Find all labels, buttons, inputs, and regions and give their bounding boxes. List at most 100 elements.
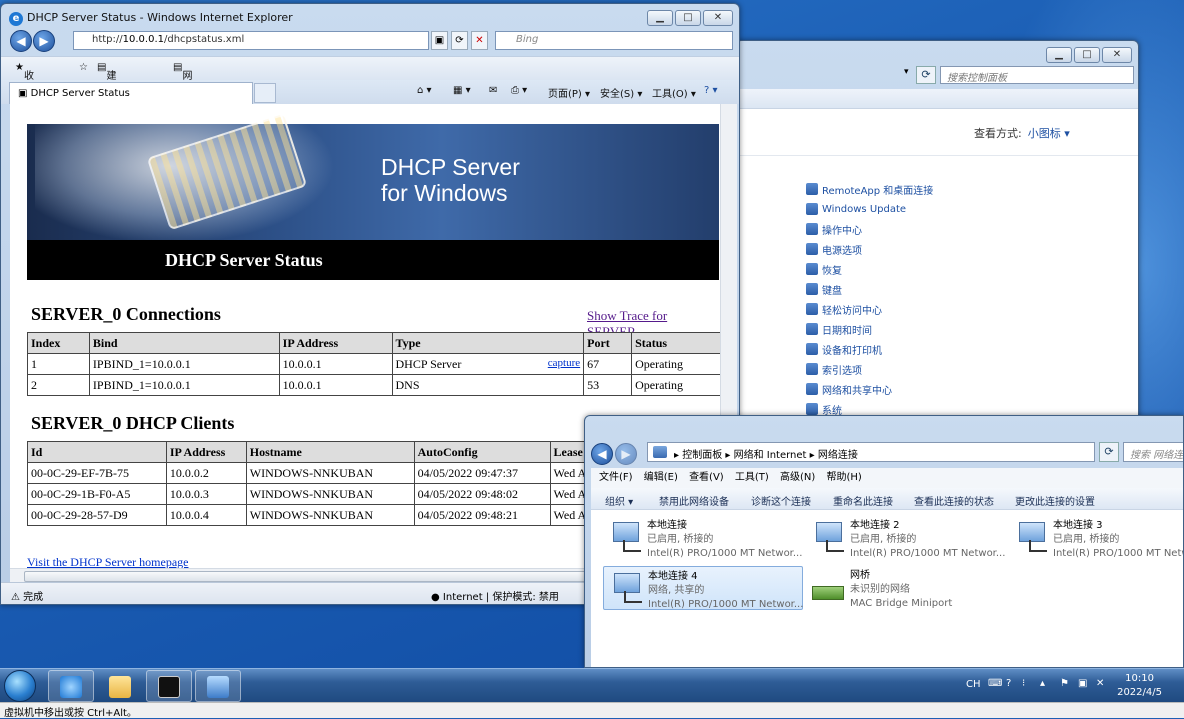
refresh-icon[interactable]: ⟳: [1099, 442, 1119, 462]
remoteapp-icon: [806, 183, 818, 195]
tray-menu-icon[interactable]: ⁝: [1022, 678, 1025, 689]
maximize-button[interactable]: □: [675, 10, 701, 26]
cp-item-devices-printers[interactable]: 设备和打印机: [806, 339, 933, 359]
address-bar[interactable]: http://10.0.0.1/dhcpstatus.xml: [73, 31, 429, 50]
connection-item-selected[interactable]: 本地连接 4 网络, 共享的 Intel(R) PRO/1000 MT Netw…: [603, 566, 803, 610]
view-by-dropdown[interactable]: 小图标 ▾: [1028, 127, 1070, 140]
refresh-icon[interactable]: ⟳: [916, 66, 936, 84]
warning-icon: ⚠: [11, 592, 24, 603]
cp-item-date-time[interactable]: 日期和时间: [806, 319, 933, 339]
forward-button[interactable]: ▶: [615, 443, 637, 465]
change-settings-button[interactable]: 更改此连接的设置: [1015, 493, 1095, 508]
cp-item-windows-update[interactable]: Windows Update: [806, 199, 933, 219]
suggested-sites-link[interactable]: ▤ 建议网站 ▾: [97, 62, 116, 138]
cp-item-indexing[interactable]: 索引选项: [806, 359, 933, 379]
connection-item[interactable]: 网桥 未识别的网络 MAC Bridge Miniport: [806, 566, 1006, 610]
stop-icon[interactable]: ✕: [471, 31, 488, 50]
keyboard-icon[interactable]: ⌨: [988, 678, 1002, 689]
close-button[interactable]: ✕: [1102, 47, 1132, 63]
web-slice-link[interactable]: ▤ 网页快讯库 ▾: [173, 62, 192, 153]
menu-advanced[interactable]: 高级(N): [780, 472, 815, 483]
action-center-icon[interactable]: ⚑: [1060, 678, 1069, 689]
header-banner: DHCP Server for Windows DHCP Server Statu…: [27, 124, 719, 280]
homepage-link[interactable]: Visit the DHCP Server homepage: [27, 555, 188, 568]
menu-tools[interactable]: 工具(T): [735, 472, 769, 483]
flag-icon: [806, 223, 818, 235]
connection-item[interactable]: 本地连接 3 已启用, 桥接的 Intel(R) PRO/1000 MT Net…: [1009, 516, 1183, 560]
diagnose-button[interactable]: 诊断这个连接: [751, 493, 811, 508]
window-controls: ▁ □ ✕: [647, 10, 733, 26]
tab-dhcp-status[interactable]: ▣ DHCP Server Status: [9, 82, 253, 104]
disable-device-button[interactable]: 禁用此网络设备: [659, 493, 729, 508]
home-icon[interactable]: ⌂ ▾: [417, 85, 432, 96]
date: 2022/4/5: [1117, 687, 1162, 698]
minimize-button[interactable]: ▁: [647, 10, 673, 26]
taskbar: CH ⌨ ? ⁝ ▴ ⚑ ▣ ✕ 10:10 2022/4/5: [0, 668, 1184, 702]
volume-icon[interactable]: ✕: [1096, 678, 1104, 689]
keyboard-icon: [806, 283, 818, 295]
safety-menu[interactable]: 安全(S) ▾: [600, 85, 642, 100]
cp-item-remoteapp[interactable]: RemoteApp 和桌面连接: [806, 179, 933, 199]
menu-view[interactable]: 查看(V): [689, 472, 724, 483]
menu-file[interactable]: 文件(F): [599, 472, 633, 483]
taskbar-explorer[interactable]: [97, 670, 143, 702]
cp-item-keyboard[interactable]: 键盘: [806, 279, 933, 299]
search-input[interactable]: 搜索控制面板: [940, 66, 1134, 84]
taskbar-ie[interactable]: [48, 670, 94, 702]
banner-bar: [27, 240, 719, 280]
connection-item[interactable]: 本地连接 2 已启用, 桥接的 Intel(R) PRO/1000 MT Net…: [806, 516, 1006, 560]
menu-help[interactable]: 帮助(H): [827, 472, 862, 483]
clock[interactable]: 10:10 2022/4/5: [1117, 672, 1162, 700]
start-button[interactable]: [4, 670, 36, 702]
view-status-button[interactable]: 查看此连接的状态: [914, 493, 994, 508]
minimize-button[interactable]: ▁: [1046, 47, 1072, 63]
indexing-icon: [806, 363, 818, 375]
cp-item-action-center[interactable]: 操作中心: [806, 219, 933, 239]
search-input[interactable]: 搜索 网络连: [1123, 442, 1183, 462]
connection-item[interactable]: 本地连接 已启用, 桥接的 Intel(R) PRO/1000 MT Netwo…: [603, 516, 803, 560]
mail-icon[interactable]: ✉: [489, 85, 497, 96]
system-icon: [806, 403, 818, 415]
cp-item-recovery[interactable]: 恢复: [806, 259, 933, 279]
connections-heading: SERVER_0 Connections: [31, 304, 221, 324]
security-zone[interactable]: ● Internet | 保护模式: 禁用: [431, 588, 559, 603]
new-tab-button[interactable]: [254, 83, 276, 103]
toolbar-strip: [736, 89, 1138, 109]
control-panel-window[interactable]: ▁ □ ✕ ▾ ⟳ 搜索控制面板 查看方式: 小图标 ▾ RemoteApp 和桌…: [735, 40, 1139, 420]
network-adapter-icon: [1015, 522, 1047, 552]
back-button[interactable]: ◀: [10, 30, 32, 52]
network-icon: [806, 383, 818, 395]
favorites-button[interactable]: ★ 收藏夹: [15, 62, 34, 112]
menu-edit[interactable]: 编辑(E): [644, 472, 678, 483]
help-icon[interactable]: ?: [1006, 678, 1011, 689]
close-button[interactable]: ✕: [703, 10, 733, 26]
language-indicator[interactable]: CH: [966, 679, 981, 690]
print-icon[interactable]: ⎙ ▾: [511, 85, 527, 96]
rename-button[interactable]: 重命名此连接: [833, 493, 893, 508]
show-hidden-icons[interactable]: ▴: [1040, 678, 1045, 689]
taskbar-cmd[interactable]: [146, 670, 192, 702]
forward-button[interactable]: ▶: [33, 30, 55, 52]
history-dropdown-icon[interactable]: ▾: [904, 67, 914, 81]
search-input[interactable]: Bing: [495, 31, 733, 50]
capture-link[interactable]: capture: [548, 357, 580, 369]
help-icon[interactable]: ? ▾: [704, 85, 718, 96]
cp-item-network-sharing[interactable]: 网络和共享中心: [806, 379, 933, 399]
taskbar-control-panel[interactable]: [195, 670, 241, 702]
tools-menu[interactable]: 工具(O) ▾: [652, 85, 696, 100]
compat-view-icon[interactable]: ▣: [431, 31, 448, 50]
connections-table: Index Bind IP Address Type Port Status 1…: [27, 332, 720, 396]
page-icon: ▣: [18, 88, 31, 99]
cp-item-ease-of-access[interactable]: 轻松访问中心: [806, 299, 933, 319]
cp-item-power[interactable]: 电源选项: [806, 239, 933, 259]
breadcrumb[interactable]: ▸ 控制面板 ▸ 网络和 Internet ▸ 网络连接: [647, 442, 1095, 462]
star-add-icon[interactable]: ☆: [79, 62, 88, 73]
network-connections-window[interactable]: ◀ ▶ ▸ 控制面板 ▸ 网络和 Internet ▸ 网络连接 ⟳ 搜索 网络…: [584, 415, 1184, 668]
maximize-button[interactable]: □: [1074, 47, 1100, 63]
organize-button[interactable]: 组织 ▾: [605, 493, 633, 508]
refresh-icon[interactable]: ⟳: [451, 31, 468, 50]
page-menu[interactable]: 页面(P) ▾: [548, 85, 590, 100]
network-tray-icon[interactable]: ▣: [1078, 678, 1087, 689]
feeds-icon[interactable]: ▦ ▾: [453, 85, 471, 96]
back-button[interactable]: ◀: [591, 443, 613, 465]
